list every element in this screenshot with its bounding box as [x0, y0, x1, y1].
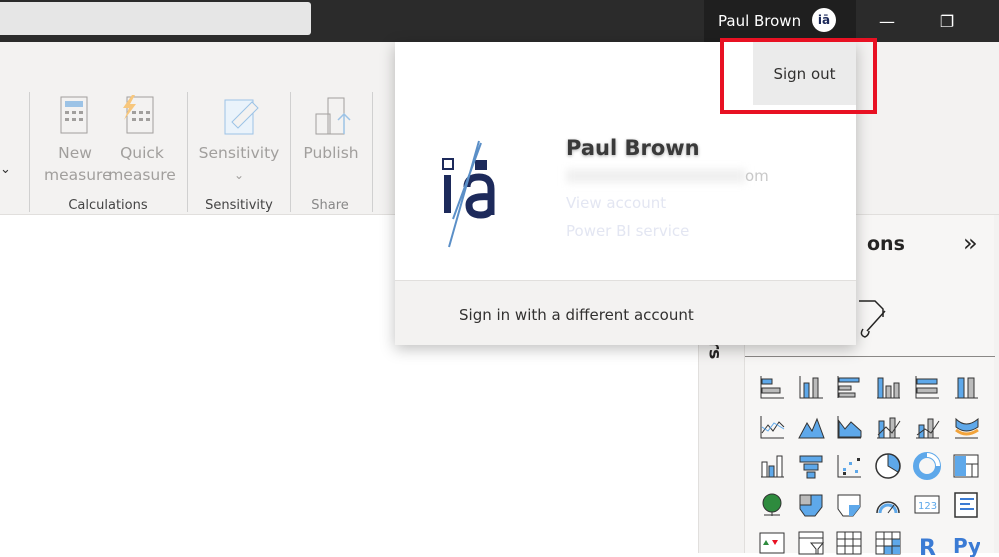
shape-map-visual-icon[interactable]	[835, 491, 863, 519]
label: Sign in with a different account	[459, 306, 694, 324]
chevron-down-icon[interactable]: ⌄	[0, 162, 11, 177]
label: Publish	[303, 144, 359, 162]
divider	[745, 356, 995, 357]
quick-measure-icon	[123, 95, 154, 134]
ribbon-visual-icon[interactable]	[952, 413, 980, 441]
card-visual-icon[interactable]: 123	[913, 491, 941, 519]
search-box[interactable]	[0, 2, 311, 35]
group-label: Calculations	[68, 198, 148, 213]
donut-visual-icon[interactable]	[913, 452, 941, 480]
pie-visual-icon[interactable]	[874, 452, 902, 480]
group-label: Share	[311, 198, 349, 213]
email-suffix: om	[745, 167, 769, 185]
funnel-visual-icon[interactable]	[797, 452, 825, 480]
stacked-column-visual-icon[interactable]	[797, 373, 825, 401]
stacked-bar-visual-icon[interactable]	[758, 373, 786, 401]
multi-row-card-visual-icon[interactable]	[952, 491, 980, 519]
100-stacked-column-visual-icon[interactable]	[952, 373, 980, 401]
highlight-box	[720, 38, 877, 114]
divider	[372, 92, 373, 212]
label: measure	[44, 166, 112, 184]
collapse-icon[interactable]: »	[963, 229, 978, 257]
filled-map-visual-icon[interactable]	[797, 491, 825, 519]
publish-button[interactable]: Publish	[296, 142, 366, 164]
chevron-down-icon: ⌄	[233, 168, 245, 182]
avatar[interactable]: iā	[812, 8, 836, 32]
format-paintbrush-icon[interactable]	[855, 297, 891, 339]
pane-title: ons	[867, 233, 905, 255]
sign-in-different-account-button[interactable]: Sign in with a different account	[395, 280, 856, 345]
svg-text:Py: Py	[953, 534, 980, 557]
new-measure-button[interactable]: New measure	[44, 142, 112, 186]
minimize-icon[interactable]: —	[864, 0, 910, 42]
blurred-email	[566, 169, 746, 183]
view-account-link[interactable]: View account	[566, 194, 666, 212]
divider	[290, 92, 291, 212]
label: Quick	[120, 144, 164, 162]
line-clustered-column-visual-icon[interactable]	[913, 413, 941, 441]
group-label: Sensitivity	[205, 198, 273, 213]
line-column-visual-icon[interactable]	[874, 413, 902, 441]
scatter-visual-icon[interactable]	[835, 452, 863, 480]
divider	[187, 92, 188, 212]
clustered-column-visual-icon[interactable]	[874, 373, 902, 401]
stacked-area-visual-icon[interactable]	[835, 413, 863, 441]
map-visual-icon[interactable]	[758, 491, 786, 519]
100-stacked-bar-visual-icon[interactable]	[913, 373, 941, 401]
power-bi-service-link[interactable]: Power BI service	[566, 222, 689, 240]
title-bar: Paul Brown iā — ❐	[0, 0, 999, 42]
account-name: Paul Brown	[566, 136, 700, 160]
sensitivity-button[interactable]: Sensitivity ⌄	[196, 142, 282, 186]
calculator-icon	[60, 96, 88, 134]
quick-measure-button[interactable]: Quick measure	[106, 142, 178, 186]
gauge-visual-icon[interactable]	[874, 491, 902, 519]
label: Sensitivity	[198, 144, 280, 162]
restore-icon[interactable]: ❐	[924, 0, 970, 42]
label: measure	[108, 166, 176, 184]
publish-icon	[315, 97, 351, 135]
treemap-visual-icon[interactable]	[952, 452, 980, 480]
svg-text:123: 123	[918, 501, 937, 512]
company-logo	[442, 140, 495, 248]
sensitivity-icon	[224, 99, 259, 135]
clustered-bar-visual-icon[interactable]	[835, 373, 863, 401]
label: New	[58, 144, 92, 162]
waterfall-visual-icon[interactable]	[758, 452, 786, 480]
user-name: Paul Brown	[718, 12, 802, 30]
divider	[29, 92, 30, 212]
svg-text:R: R	[919, 536, 936, 557]
area-visual-icon[interactable]	[797, 413, 825, 441]
line-visual-icon[interactable]	[758, 413, 786, 441]
